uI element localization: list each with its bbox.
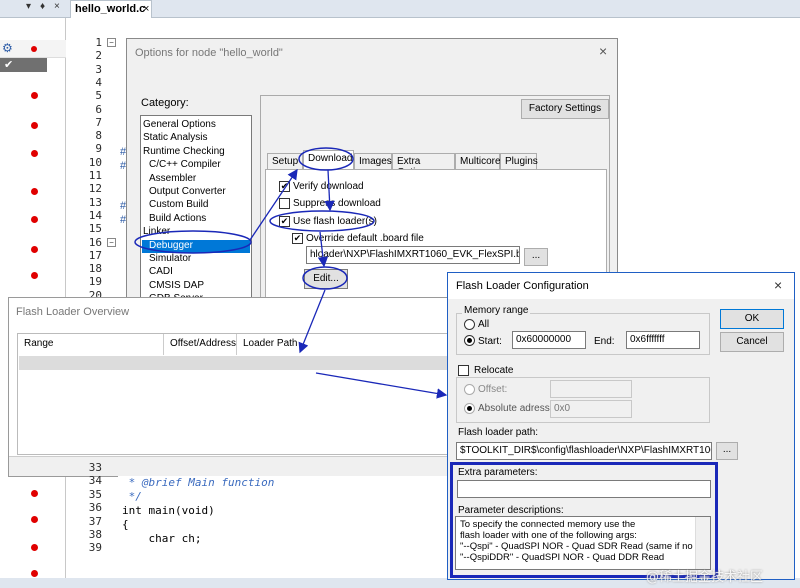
edit-button-highlight-ellipse [302,266,348,290]
arrow-to-edit [317,231,329,268]
download-tab-highlight-ellipse [298,147,354,171]
annotation-overlay [134,147,448,399]
arrow-to-overview [298,289,326,354]
arrow-to-configuration [315,372,448,399]
watermark: @稀土掘金技术社区 [646,570,764,585]
flash-loader-highlight-ellipse [269,210,375,232]
debugger-highlight-ellipse [134,230,252,254]
arrow-to-flash-loader [324,169,335,212]
